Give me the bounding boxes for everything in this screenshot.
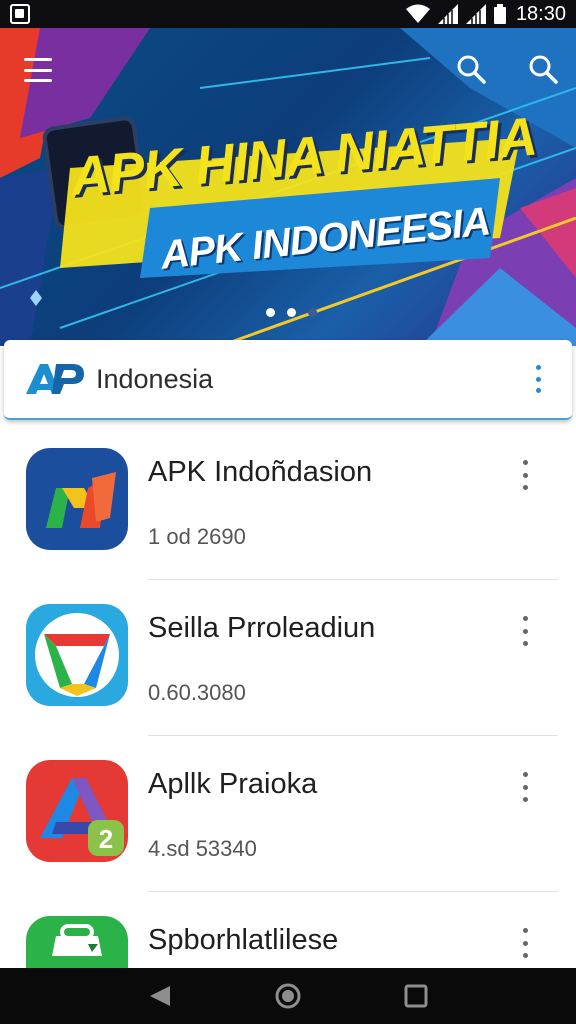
apk-indonesia-icon xyxy=(26,448,128,550)
dot xyxy=(522,460,528,465)
dot xyxy=(522,485,528,490)
dot xyxy=(522,928,528,933)
app-meta: 4.sd 53340 xyxy=(148,836,257,861)
ap-logo-icon xyxy=(26,364,84,394)
signal-icon xyxy=(465,4,486,24)
page-dot[interactable] xyxy=(287,308,296,317)
status-time: 18:30 xyxy=(515,2,566,25)
overflow-menu-icon[interactable] xyxy=(530,362,546,396)
svg-text:2: 2 xyxy=(99,824,113,854)
dot xyxy=(522,472,528,478)
signal-icon xyxy=(437,4,458,24)
status-bar: 18:30 xyxy=(0,0,576,28)
menu-line xyxy=(24,68,52,72)
page-dot[interactable] xyxy=(308,308,317,317)
dot xyxy=(535,376,541,382)
dot xyxy=(522,628,528,634)
search-icon[interactable] xyxy=(524,50,564,90)
list-item[interactable]: APK Indoñdasion 1 od 2690 xyxy=(0,424,576,580)
overflow-menu-icon[interactable] xyxy=(518,926,532,960)
notification-icon xyxy=(10,4,30,24)
dot xyxy=(522,616,528,621)
status-icons: 18:30 xyxy=(405,0,566,28)
home-icon[interactable] xyxy=(274,982,302,1010)
dot xyxy=(522,784,528,790)
dot xyxy=(535,365,541,370)
section-title: Indonesia xyxy=(96,364,214,394)
seilla-app-icon xyxy=(26,604,128,706)
app-name: Seilla Prroleadiun xyxy=(148,612,376,644)
menu-line xyxy=(24,79,52,82)
overflow-menu-icon[interactable] xyxy=(518,458,532,492)
menu-button[interactable] xyxy=(18,54,58,86)
list-item[interactable]: 2 Apllk Praioka 4.sd 53340 xyxy=(0,736,576,892)
dot xyxy=(535,388,541,393)
dot xyxy=(522,772,528,777)
battery-icon xyxy=(493,4,506,24)
overflow-menu-icon[interactable] xyxy=(518,770,532,804)
wifi-icon xyxy=(405,4,430,23)
back-icon[interactable] xyxy=(146,982,174,1010)
dot xyxy=(522,641,528,646)
app-list: APK Indoñdasion 1 od 2690 Seilla Prrolea… xyxy=(0,424,576,968)
app-meta: 0.60.3080 xyxy=(148,680,246,705)
navigation-bar xyxy=(0,968,576,1024)
recents-icon[interactable] xyxy=(402,982,430,1010)
shopping-bag-icon xyxy=(26,916,128,968)
app-name: APK Indoñdasion xyxy=(148,456,373,488)
app-name: Spborhlatlilese xyxy=(148,924,339,956)
dot xyxy=(522,797,528,802)
banner-page-indicator xyxy=(266,308,317,317)
page-dot[interactable] xyxy=(266,308,275,317)
menu-line xyxy=(24,58,52,61)
app-name: Apllk Praioka xyxy=(148,768,318,800)
overflow-menu-icon[interactable] xyxy=(518,614,532,648)
app-meta: 1 od 2690 xyxy=(148,524,246,549)
section-header: Indonesia xyxy=(4,340,572,420)
promo-banner[interactable]: APK HINA NIATTIA APK INDONEESIA xyxy=(0,28,576,346)
list-item[interactable]: Spborhlatlilese xyxy=(0,892,576,968)
search-icon[interactable] xyxy=(452,50,492,90)
list-item[interactable]: Seilla Prroleadiun 0.60.3080 xyxy=(0,580,576,736)
dot xyxy=(522,953,528,958)
dot xyxy=(522,940,528,946)
apllk-app-icon: 2 xyxy=(26,760,128,862)
